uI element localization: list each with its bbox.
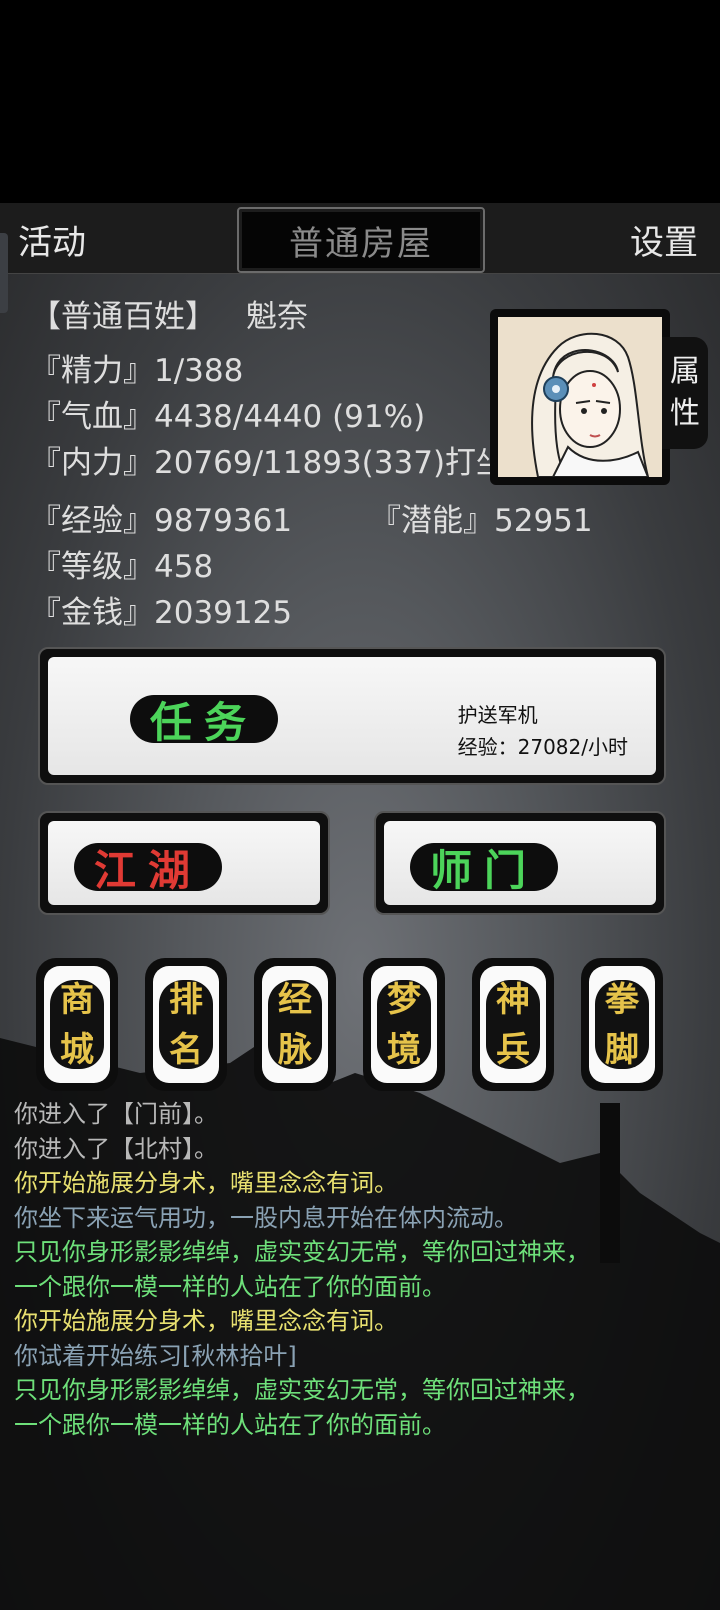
- attributes-tab[interactable]: 属 性: [662, 337, 708, 449]
- divine-weapon-button-label: 神兵: [486, 980, 540, 1070]
- meridian-button-label: 经脉: [268, 980, 322, 1070]
- game-screen: 活动 普通房屋 设置 【普通百姓】 魁奈 『精力』1/388 『气血』4438/4…: [0, 203, 720, 1610]
- fist-kick-button[interactable]: 拳脚: [581, 958, 663, 1091]
- dreamland-char1: 梦: [387, 979, 421, 1020]
- log-line: 一个跟你一模一样的人站在了你的面前。: [14, 1410, 446, 1439]
- money-stat: 『金钱』2039125: [30, 595, 293, 631]
- attributes-tab-char2: 性: [670, 396, 700, 431]
- shop-button[interactable]: 商城: [36, 958, 118, 1091]
- log-line: 只见你身形影影绰绰，虚实变幻无常，等你回过神来，: [14, 1238, 590, 1266]
- shimen-button[interactable]: 师门: [410, 843, 558, 895]
- divine-weapon-button-frame: 神兵: [480, 966, 546, 1083]
- dreamland-button-label: 梦境: [377, 980, 431, 1070]
- task-info: 护送军机 经验：27082/小时: [458, 699, 628, 763]
- settings-button[interactable]: 设置: [630, 215, 698, 264]
- stamina-stat: 『精力』1/388: [30, 353, 244, 389]
- ranking-button-frame: 排名: [153, 966, 219, 1083]
- log-line: 只见你身形影影绰绰，虚实变幻无常，等你回过神来，: [14, 1376, 590, 1404]
- shop-char1: 商: [60, 979, 94, 1020]
- player-name: 魁奈: [246, 299, 308, 335]
- task-exp-rate: 经验：27082/小时: [457, 735, 628, 759]
- shop-char2: 城: [60, 1029, 94, 1070]
- meridian-button[interactable]: 经脉: [254, 958, 336, 1091]
- fist-kick-button-label: 拳脚: [595, 980, 649, 1070]
- dreamland-button[interactable]: 梦境: [363, 958, 445, 1091]
- task-panel[interactable]: 任务 护送军机 经验：27082/小时: [38, 647, 666, 785]
- meridian-char1: 经: [278, 979, 312, 1020]
- fist-kick-char2: 脚: [605, 1029, 639, 1070]
- ranking-char2: 名: [169, 1029, 203, 1070]
- log-line: 一个跟你一模一样的人站在了你的面前。: [14, 1272, 446, 1301]
- log-line: 你试着开始练习[秋林拾叶]: [14, 1341, 297, 1370]
- fist-kick-button-frame: 拳脚: [589, 966, 655, 1083]
- shimen-panel[interactable]: 师门: [374, 811, 666, 915]
- divine-weapon-char2: 兵: [496, 1029, 530, 1070]
- log-line: 你坐下来运气用功，一股内息开始在体内流动。: [14, 1203, 518, 1232]
- message-log[interactable]: 你进入了【门前】。 你进入了【北村】。 你开始施展分身术，嘴里念念有词。 你坐下…: [14, 1097, 714, 1442]
- attributes-tab-char1: 属: [670, 354, 700, 389]
- potential-stat: 『潜能』52951: [370, 503, 593, 539]
- shop-button-label: 商城: [50, 980, 104, 1070]
- ranking-char1: 排: [169, 979, 203, 1020]
- jianghu-button[interactable]: 江湖: [74, 843, 222, 895]
- log-line: 你开始施展分身术，嘴里念念有词。: [14, 1169, 398, 1197]
- jianghu-panel[interactable]: 江湖: [38, 811, 330, 915]
- side-handle[interactable]: [0, 233, 8, 313]
- shimen-panel-inner: 师门: [384, 821, 656, 905]
- hp-stat: 『气血』4438/4440 (91%): [30, 399, 426, 435]
- exp-stat: 『经验』9879361: [30, 503, 293, 539]
- location-title: 普通房屋: [237, 207, 485, 273]
- dreamland-char2: 境: [387, 1029, 421, 1070]
- shop-button-frame: 商城: [44, 966, 110, 1083]
- activity-button[interactable]: 活动: [18, 215, 86, 264]
- fist-kick-char1: 拳: [605, 979, 639, 1020]
- player-title: 【普通百姓】: [30, 299, 216, 335]
- ranking-button-label: 排名: [159, 980, 213, 1070]
- divine-weapon-button[interactable]: 神兵: [472, 958, 554, 1091]
- log-line: 你开始施展分身术，嘴里念念有词。: [14, 1307, 398, 1335]
- task-button[interactable]: 任务: [130, 695, 278, 747]
- meridian-char2: 脉: [278, 1029, 312, 1070]
- ranking-button[interactable]: 排名: [145, 958, 227, 1091]
- level-stat: 『等级』458: [30, 549, 214, 585]
- character-portrait: [498, 317, 662, 477]
- top-bar: 活动 普通房屋 设置: [0, 203, 720, 274]
- jianghu-panel-inner: 江湖: [48, 821, 320, 905]
- meridian-button-frame: 经脉: [262, 966, 328, 1083]
- dreamland-button-frame: 梦境: [371, 966, 437, 1083]
- divine-weapon-char1: 神: [496, 979, 530, 1020]
- task-panel-inner: 任务 护送军机 经验：27082/小时: [48, 657, 656, 775]
- task-name: 护送军机: [457, 703, 538, 727]
- log-line: 你进入了【门前】。: [14, 1100, 218, 1128]
- internal-stat: 『内力』20769/11893(337)打坐: [30, 445, 490, 481]
- portrait-frame[interactable]: [490, 309, 670, 485]
- player-identity: 【普通百姓】 魁奈: [30, 291, 308, 336]
- log-line: 你进入了【北村】。: [14, 1134, 218, 1163]
